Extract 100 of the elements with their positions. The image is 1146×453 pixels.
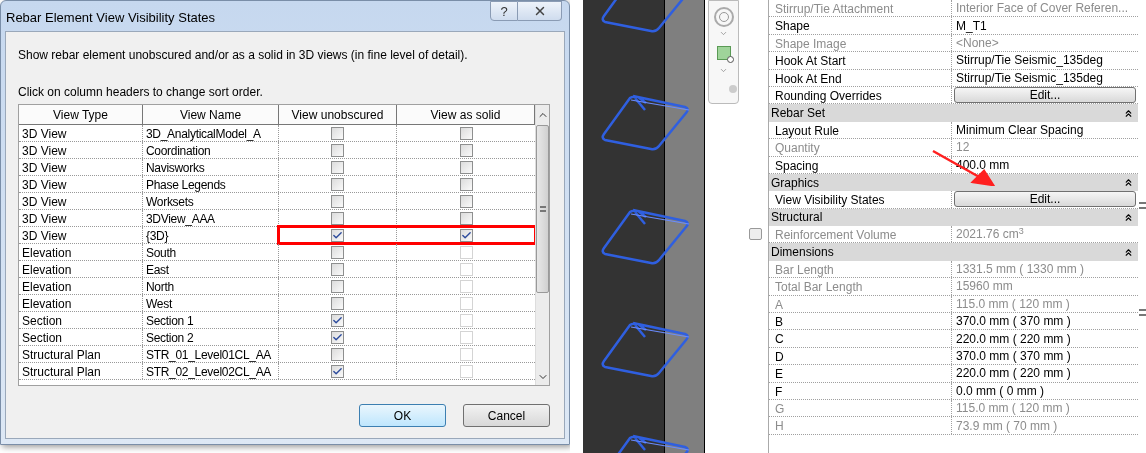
property-value: Interior Face of Cover Referen... (955, 0, 1129, 18)
table-cell: 3D View (19, 159, 143, 175)
checkbox[interactable] (331, 347, 344, 361)
checkbox[interactable] (459, 160, 473, 174)
table-cell: Section 1 (143, 312, 279, 328)
checkbox[interactable] (331, 160, 344, 174)
property-label: C (774, 331, 785, 347)
property-label: G (774, 401, 786, 417)
table-cell: {3D} (143, 227, 279, 243)
property-value: M_T1 (955, 17, 987, 35)
checkbox[interactable] (331, 296, 344, 310)
table-cell: Section 2 (143, 329, 279, 345)
column-header[interactable]: View unobscured (279, 105, 397, 124)
checkbox[interactable] (459, 143, 473, 157)
check-icon (332, 331, 343, 343)
column-header[interactable]: View Type (19, 105, 143, 124)
collapse-icon[interactable] (1123, 107, 1134, 119)
table-cell: Navisworks (143, 159, 279, 175)
check-icon (460, 229, 472, 241)
property-label: D (774, 348, 785, 365)
close-button[interactable] (518, 1, 562, 21)
scrollbar[interactable] (535, 105, 549, 385)
checkbox[interactable] (331, 262, 344, 276)
table-cell: 3D View (19, 125, 143, 141)
category-label: Dimensions (771, 244, 834, 262)
table-cell: Phase Legends (143, 176, 279, 192)
collapse-icon[interactable] (1123, 177, 1134, 189)
description-text: Show rebar element unobscured and/or as a solid in 3D views (in fine level of detail). (18, 47, 469, 64)
category-label: Rebar Set (771, 105, 826, 123)
checkbox[interactable] (331, 194, 344, 208)
property-label: Hook At End (774, 70, 843, 86)
property-label: Stirrup/Tie Attachment (774, 1, 895, 17)
checkbox[interactable] (331, 143, 344, 157)
property-label: Shape (774, 18, 811, 34)
checkbox[interactable] (331, 279, 344, 293)
table-cell: South (143, 244, 279, 260)
checkbox[interactable] (459, 228, 473, 242)
dialog-button[interactable]: OK (359, 404, 446, 427)
property-label: Total Bar Length (774, 279, 864, 295)
property-value: 370.0 mm ( 370 mm ) (955, 348, 1071, 365)
property-label: B (774, 314, 784, 330)
property-label: Spacing (774, 157, 820, 173)
checkbox[interactable] (331, 364, 344, 378)
caret-icon[interactable] (719, 66, 728, 75)
property-value: 115.0 mm ( 120 mm ) (955, 400, 1070, 418)
property-value: 15960 mm (955, 278, 1013, 296)
collapse-icon[interactable] (1123, 211, 1134, 223)
grip-icon (539, 206, 546, 212)
checkbox[interactable] (331, 211, 344, 225)
edit-button[interactable]: Edit... (954, 87, 1136, 104)
column-header[interactable]: View Name (143, 105, 279, 124)
edit-button[interactable]: Edit... (954, 191, 1136, 208)
scroll-thumb[interactable] (749, 228, 762, 240)
check-icon (332, 365, 343, 377)
checkbox[interactable] (331, 177, 344, 191)
checkbox[interactable] (459, 211, 473, 225)
checkbox[interactable] (331, 245, 344, 259)
property-label: E (774, 366, 784, 382)
table-cell: North (143, 278, 279, 294)
table-cell: Structural Plan (19, 363, 143, 379)
checkbox[interactable] (331, 228, 344, 242)
scroll-thumb[interactable] (536, 125, 549, 293)
grip-icon (1138, 202, 1146, 209)
property-value: 1331.5 mm ( 1330 mm ) (955, 261, 1085, 279)
checkbox[interactable] (331, 330, 344, 344)
steering-wheel-icon[interactable] (713, 7, 734, 27)
property-value: 220.0 mm ( 220 mm ) (955, 330, 1071, 348)
property-value: 115.0 mm ( 120 mm ) (955, 295, 1070, 313)
help-button[interactable]: ? (490, 1, 518, 21)
table-cell: Elevation (19, 295, 143, 311)
collapse-icon[interactable] (1123, 246, 1134, 258)
dialog-button[interactable]: Cancel (463, 404, 550, 427)
property-value: 2021.76 cm$^{3}$ (955, 225, 1024, 244)
column-header[interactable]: View as solid (397, 105, 535, 124)
table-cell: Elevation (19, 244, 143, 260)
checkbox[interactable] (459, 194, 473, 208)
zoom-icon[interactable] (716, 46, 731, 60)
property-value: 12 (955, 139, 970, 157)
table-cell: Worksets (143, 193, 279, 209)
table-cell: Coordination (143, 142, 279, 158)
check-icon (332, 229, 343, 241)
caret-icon[interactable] (719, 29, 728, 38)
property-label: Layout Rule (774, 122, 841, 139)
checkbox[interactable] (331, 126, 344, 140)
checkbox[interactable] (459, 177, 473, 191)
table-cell: 3D View (19, 227, 143, 243)
property-label: Hook At Start (774, 53, 847, 69)
property-value: Stirrup/Tie Seismic_135deg (955, 69, 1103, 87)
checkbox[interactable] (459, 126, 473, 140)
table-cell: Structural Plan (19, 346, 143, 362)
property-value: 220.0 mm ( 220 mm ) (955, 365, 1071, 383)
property-label: H (774, 418, 785, 434)
category-header[interactable]: Rebar Set (769, 104, 1138, 122)
table-cell: 3D View (19, 193, 143, 209)
checkbox[interactable] (331, 313, 344, 327)
property-value: 0.0 mm ( 0 mm ) (955, 382, 1044, 400)
table-cell: STR_01_Level01CL_AA (143, 346, 279, 362)
property-label: Bar Length (774, 261, 835, 278)
category-header[interactable]: Dimensions (769, 243, 1138, 261)
table-cell: Section (19, 312, 143, 328)
